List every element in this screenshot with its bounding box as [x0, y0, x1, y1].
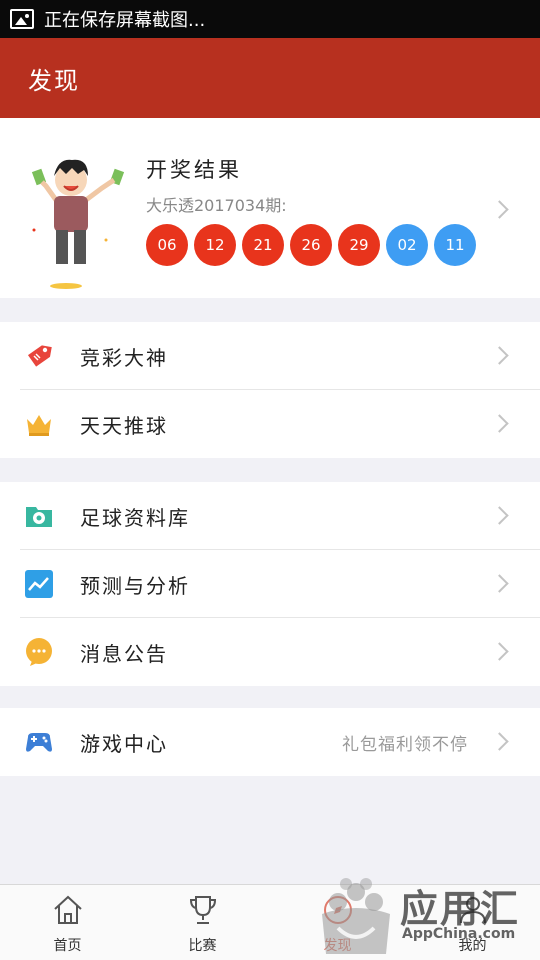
- tab-label: 发现: [323, 938, 352, 954]
- chevron-right-icon: [490, 200, 509, 219]
- menu-item-label: 天天推球: [80, 413, 168, 438]
- tab-label: 比赛: [188, 938, 217, 954]
- chevron-right-icon: [490, 642, 509, 661]
- red-ball: 29: [338, 224, 380, 266]
- page-title: 发现: [28, 66, 80, 95]
- home-icon: [53, 895, 82, 924]
- menu-item-label: 竞彩大神: [80, 345, 168, 370]
- red-ball: 06: [146, 224, 188, 266]
- chevron-right-icon: [490, 574, 509, 593]
- red-ball: 26: [290, 224, 332, 266]
- crown-icon: [27, 415, 51, 436]
- menu-item-jingcai-dashen[interactable]: 竞彩大神: [0, 322, 540, 390]
- trophy-icon: [189, 896, 216, 924]
- tab-profile[interactable]: 我的: [405, 885, 540, 960]
- gamepad-icon: [26, 733, 52, 752]
- menu-item-game-center[interactable]: 游戏中心 礼包福利领不停: [0, 708, 540, 776]
- tag-icon: [27, 345, 52, 367]
- bottom-tab-bar: 首页 比赛 发现 我的: [0, 884, 540, 960]
- red-ball: 12: [194, 224, 236, 266]
- tab-label: 首页: [53, 938, 82, 954]
- menu-item-tiantian-tuiqiu[interactable]: 天天推球: [0, 390, 540, 458]
- menu-item-label: 预测与分析: [80, 573, 190, 598]
- chevron-right-icon: [490, 732, 509, 751]
- app-bar: 发现: [0, 38, 540, 118]
- profile-icon: [459, 897, 486, 924]
- discover-icon: [323, 896, 352, 924]
- chat-bubble-icon: [26, 638, 52, 666]
- tab-matches[interactable]: 比赛: [135, 885, 270, 960]
- lottery-title: 开奖结果: [146, 158, 242, 182]
- menu-item-football-database[interactable]: 足球资料库: [0, 482, 540, 550]
- tab-home[interactable]: 首页: [0, 885, 135, 960]
- menu-item-prediction-analysis[interactable]: 预测与分析: [0, 550, 540, 618]
- status-notification-text: 正在保存屏幕截图...: [44, 10, 206, 31]
- blue-ball: 11: [434, 224, 476, 266]
- menu-item-subtitle: 礼包福利领不停: [342, 734, 468, 755]
- chevron-right-icon: [490, 414, 509, 433]
- lottery-result-card[interactable]: 开奖结果 大乐透2017034期: 06 12 21 26 29 02 11: [0, 118, 540, 298]
- image-icon: [10, 9, 34, 29]
- status-bar: 正在保存屏幕截图...: [0, 0, 540, 38]
- menu-item-label: 足球资料库: [80, 505, 190, 530]
- football-folder-icon: [26, 507, 52, 527]
- lottery-balls: 06 12 21 26 29 02 11: [146, 224, 482, 266]
- mascot-illustration: [31, 159, 125, 289]
- chevron-right-icon: [490, 346, 509, 365]
- menu-item-announcements[interactable]: 消息公告: [0, 618, 540, 686]
- trend-chart-icon: [25, 570, 53, 598]
- tab-discover[interactable]: 发现: [270, 885, 405, 960]
- chevron-right-icon: [490, 506, 509, 525]
- tab-label: 我的: [458, 938, 487, 954]
- red-ball: 21: [242, 224, 284, 266]
- menu-item-label: 游戏中心: [80, 731, 168, 756]
- menu-item-label: 消息公告: [80, 641, 168, 666]
- lottery-issue: 大乐透2017034期:: [146, 196, 287, 215]
- blue-ball: 02: [386, 224, 428, 266]
